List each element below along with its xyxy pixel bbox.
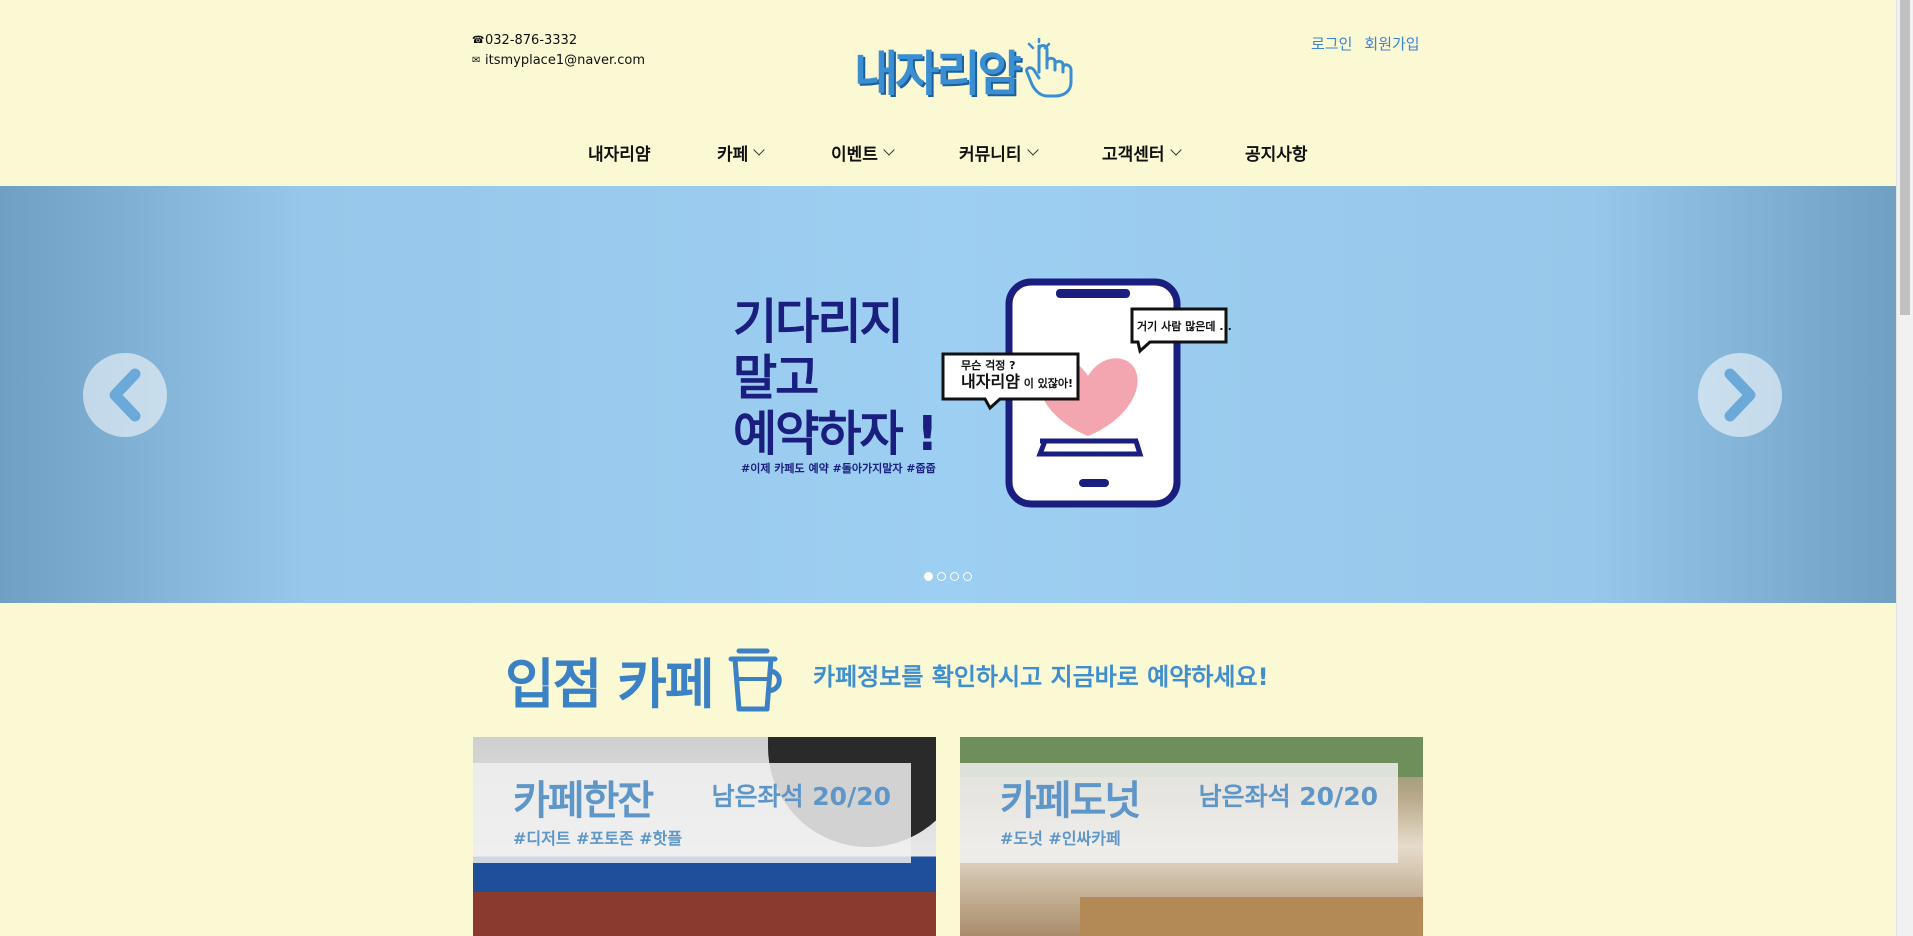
- chevron-down-icon: [1026, 144, 1039, 156]
- main-nav: 내자리얌 카페 이벤트 커뮤니티 고객센터 공지사항: [0, 140, 1897, 165]
- cafe-seats: 남은좌석 20/20: [711, 782, 891, 811]
- cafe-photo-table: [1080, 897, 1423, 936]
- cafe-card[interactable]: 카페도넛 남은좌석 20/20 #도넛 #인싸카페: [960, 737, 1423, 936]
- nav-item-label: 이벤트: [831, 145, 878, 165]
- carousel-dot[interactable]: [924, 572, 933, 581]
- auth-links: 로그인 회원가입: [1311, 33, 1420, 54]
- nav-item-cafe[interactable]: 카페: [717, 140, 765, 165]
- nav-item-label: 카페: [717, 145, 749, 165]
- nav-item-label: 내자리얌: [588, 145, 651, 165]
- cafe-seats: 남은좌석 20/20: [1198, 782, 1378, 811]
- nav-item-support[interactable]: 고객센터: [1102, 140, 1182, 165]
- section-heading: 입점 카페: [505, 640, 787, 719]
- phone-number: 032-876-3332: [485, 33, 578, 48]
- pointing-hand-icon: [1024, 38, 1073, 98]
- nav-item-community[interactable]: 커뮤니티: [959, 140, 1039, 165]
- scrollbar-thumb[interactable]: [1900, 0, 1910, 315]
- cafe-name: 카페한잔: [513, 778, 654, 824]
- bubble-suffix-text: 이 있잖아!: [1023, 377, 1074, 390]
- login-link[interactable]: 로그인: [1311, 33, 1352, 54]
- site-header: ☎ 032-876-3332 ✉ itsmyplace1@naver.com 내…: [0, 0, 1897, 186]
- cafe-photo-sofa: [473, 892, 936, 936]
- carousel-prev-button[interactable]: [83, 353, 167, 437]
- phone-row: ☎ 032-876-3332: [472, 31, 645, 51]
- speech-bubble-right: 거기 사람 많은데 ...: [1137, 320, 1232, 333]
- nav-item-label: 공지사항: [1245, 145, 1308, 165]
- section-title: 입점 카페: [505, 653, 715, 716]
- nav-item-event[interactable]: 이벤트: [831, 140, 895, 165]
- banner-hashtags: #이제 카페도 예약 #돌아가지말자 #줍줍: [741, 462, 936, 475]
- chevron-down-icon: [753, 144, 765, 156]
- cafe-tags: #디저트 #포토존 #핫플: [513, 829, 683, 848]
- carousel-pagination: [924, 572, 972, 581]
- phone-icon: ☎: [472, 35, 485, 46]
- cafe-info-panel: 카페한잔 남은좌석 20/20 #디저트 #포토존 #핫플: [473, 763, 911, 863]
- chevron-down-icon: [883, 144, 895, 156]
- chevron-down-icon: [1169, 144, 1182, 156]
- cafe-name: 카페도넛: [1000, 778, 1141, 824]
- nav-item-label: 커뮤니티: [959, 145, 1022, 165]
- hero-carousel: 기다리지 말고 예약하자 ! #이제 카페도 예약 #돌아가지말자 #줍줍 무슨…: [0, 186, 1897, 603]
- headline-line: 기다리지: [733, 294, 904, 350]
- email-row: ✉ itsmyplace1@naver.com: [472, 51, 645, 71]
- cafe-card[interactable]: 카페한잔 남은좌석 20/20 #디저트 #포토존 #핫플: [473, 737, 936, 936]
- signup-link[interactable]: 회원가입: [1364, 33, 1419, 54]
- page-scrollbar[interactable]: [1896, 0, 1913, 936]
- cafe-info-panel: 카페도넛 남은좌석 20/20 #도넛 #인싸카페: [960, 763, 1398, 863]
- phone-illustration: [941, 278, 1228, 508]
- carousel-dot[interactable]: [937, 572, 946, 581]
- logo-text: 내자리얌: [854, 46, 1022, 102]
- speech-bubble-left: 무슨 걱정 ? 내자리얌 이 있잖아!: [961, 358, 1073, 392]
- section-subtitle: 카페정보를 확인하시고 지금바로 예약하세요!: [813, 663, 1269, 691]
- site-logo[interactable]: 내자리얌: [854, 34, 1075, 104]
- nav-item-home[interactable]: 내자리얌: [588, 140, 651, 165]
- nav-item-label: 고객센터: [1102, 145, 1165, 165]
- mail-icon: ✉: [472, 55, 481, 66]
- chevron-left-icon: [109, 368, 141, 422]
- banner-headline: 기다리지 말고 예약하자 !: [733, 294, 938, 462]
- carousel-dot[interactable]: [950, 572, 959, 581]
- nav-item-notice[interactable]: 공지사항: [1245, 140, 1308, 165]
- headline-line: 예약하자 !: [733, 406, 938, 462]
- carousel-next-button[interactable]: [1698, 353, 1782, 437]
- cafe-tags: #도넛 #인싸카페: [1000, 829, 1121, 848]
- coffee-cup-icon: [728, 648, 782, 711]
- bubble-brand-text: 내자리얌: [961, 372, 1020, 391]
- headline-line: 말고: [733, 350, 819, 406]
- chevron-right-icon: [1724, 368, 1756, 422]
- email-address: itsmyplace1@naver.com: [485, 53, 646, 68]
- contact-info: ☎ 032-876-3332 ✉ itsmyplace1@naver.com: [472, 31, 645, 71]
- carousel-dot[interactable]: [963, 572, 972, 581]
